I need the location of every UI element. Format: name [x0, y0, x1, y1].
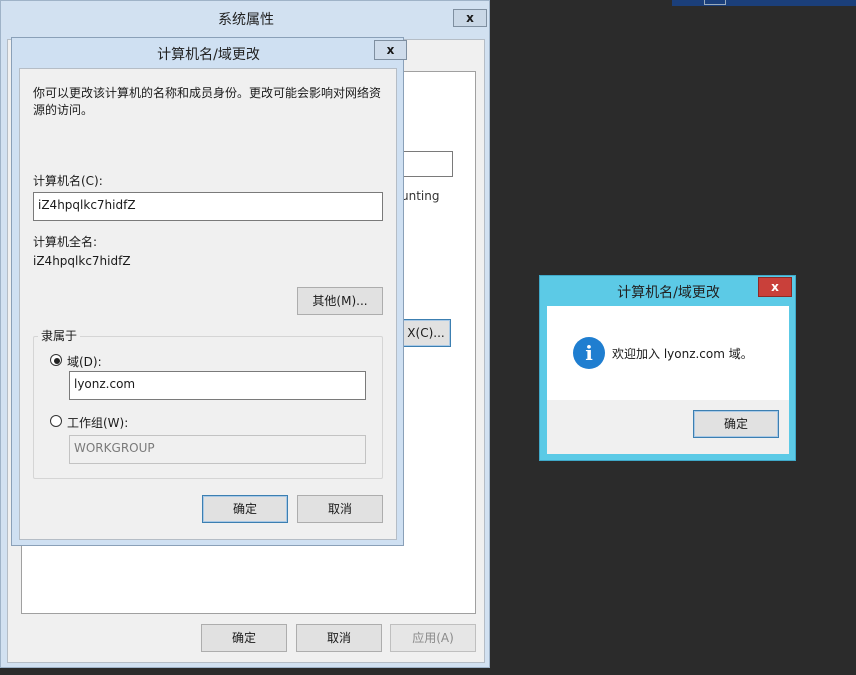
message-area: i 欢迎加入 lyonz.com 域。 [547, 306, 789, 400]
info-icon: i [573, 337, 605, 369]
computer-name-input[interactable]: iZ4hpqlkc7hidfZ [33, 192, 383, 221]
window-title: 系统属性 [218, 12, 274, 28]
workgroup-radio[interactable] [50, 415, 62, 427]
taskbar-sliver [672, 0, 856, 6]
domain-option-label: 域(D): [67, 355, 102, 369]
description-text: 你可以更改该计算机的名称和成员身份。更改可能会影响对网络资 源的访问。 [33, 85, 381, 119]
dialog-title: 计算机名/域更改 [157, 47, 260, 63]
member-of-label: 隶属于 [38, 327, 81, 344]
apply-button[interactable]: 应用(A) [390, 624, 476, 652]
dialog-footer: 确定 [547, 400, 789, 454]
ok-button[interactable]: 确定 [201, 624, 287, 652]
ok-button[interactable]: 确定 [202, 495, 288, 523]
computer-name-label: 计算机名(C): [33, 174, 103, 188]
computer-name-dialog: 计算机名/域更改 x 你可以更改该计算机的名称和成员身份。更改可能会影响对网络资… [11, 37, 407, 546]
description-line-2: 源的访问。 [33, 103, 94, 117]
change-button[interactable]: X(C)... [401, 319, 451, 347]
workgroup-input[interactable]: WORKGROUP [69, 435, 366, 464]
description-line-1: 你可以更改该计算机的名称和成员身份。更改可能会影响对网络资 [33, 86, 382, 100]
welcome-dialog: 计算机名/域更改 x i 欢迎加入 lyonz.com 域。 确定 [539, 275, 796, 461]
partial-label: unting [401, 189, 440, 203]
taskbar-item [704, 0, 726, 5]
dialog-body: 你可以更改该计算机的名称和成员身份。更改可能会影响对网络资 源的访问。 计算机名… [19, 68, 397, 540]
more-button[interactable]: 其他(M)... [297, 287, 383, 315]
workgroup-option-label: 工作组(W): [67, 416, 129, 430]
full-name-value: iZ4hpqlkc7hidfZ [33, 254, 131, 268]
domain-input[interactable]: lyonz.com [69, 371, 366, 400]
full-name-label: 计算机全名: [33, 235, 98, 249]
computer-description-input[interactable] [401, 151, 453, 177]
close-button[interactable]: x [374, 40, 407, 60]
close-button[interactable]: x [758, 277, 792, 297]
cancel-button[interactable]: 取消 [297, 495, 383, 523]
cancel-button[interactable]: 取消 [296, 624, 382, 652]
ok-button[interactable]: 确定 [693, 410, 779, 438]
welcome-message: 欢迎加入 lyonz.com 域。 [612, 347, 753, 361]
close-button[interactable]: x [453, 9, 487, 27]
domain-radio[interactable] [50, 354, 62, 366]
